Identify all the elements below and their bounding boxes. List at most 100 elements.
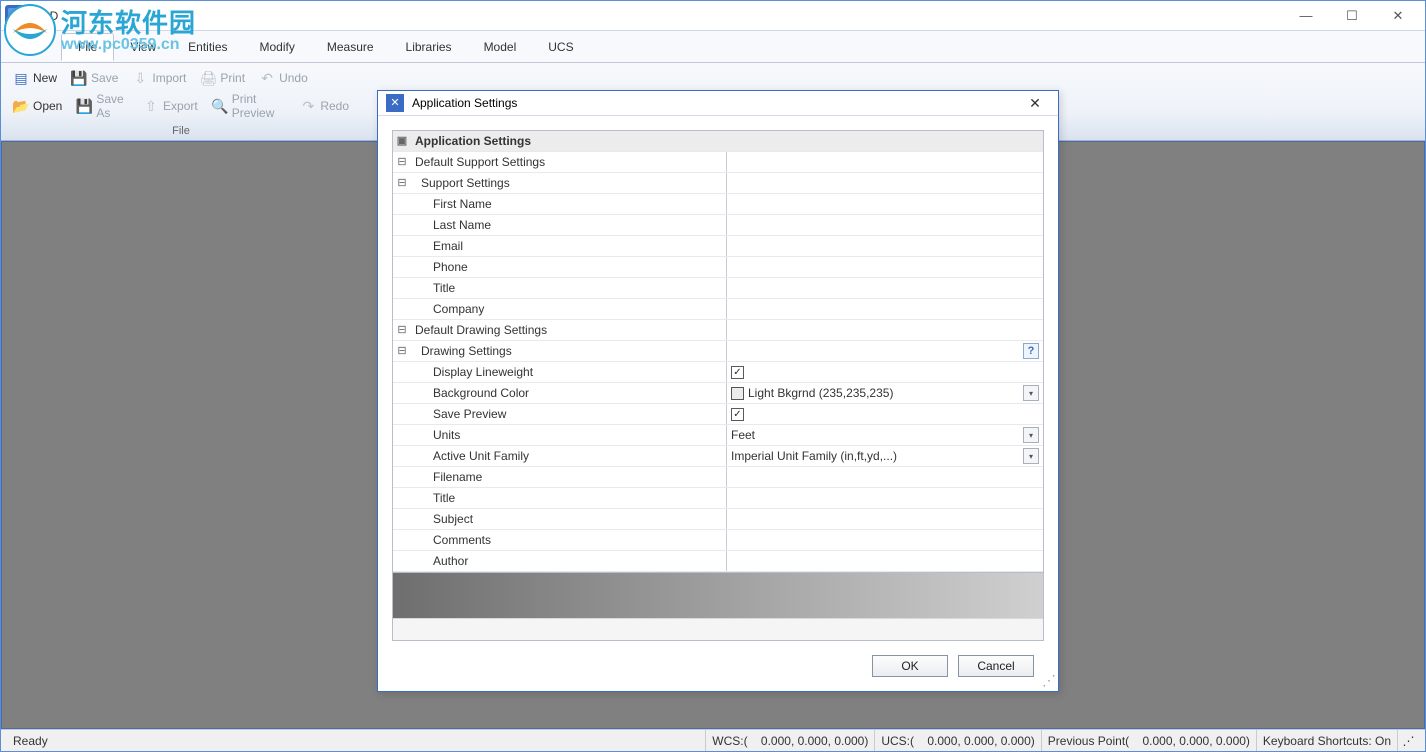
ribbon-button-label: Redo <box>320 99 349 113</box>
section-default-support-settings[interactable]: ⊟ Default Support Settings <box>393 152 1043 173</box>
import-icon: ⇩ <box>132 70 148 86</box>
dropdown-icon[interactable]: ▾ <box>1023 427 1039 443</box>
background-color-value: Light Bkgrnd (235,235,235) <box>748 383 893 404</box>
status-grip-icon: ⋰ <box>1397 730 1419 751</box>
export-icon: ⇧ <box>143 98 159 114</box>
ribbon-open-button[interactable]: 📂 Open <box>7 89 68 123</box>
ribbon-row-2: 📂 Open 💾Save As ⇧ Export 🔍Print Preview ↷ Redo <box>7 89 355 123</box>
ribbon-button-label: Export <box>163 99 198 113</box>
prop-display-lineweight[interactable]: Display Lineweight ✓ <box>393 362 1043 383</box>
dialog-titlebar[interactable]: Application Settings ✕ <box>378 91 1058 116</box>
ribbon-new-button[interactable]: ▤New <box>7 67 63 89</box>
prop-filename[interactable]: Filename <box>393 467 1043 488</box>
open-icon: 📂 <box>13 98 29 114</box>
main-window: 河东软件园 www.pc0359.cn CAD — ☐ ✕ FileViewEn… <box>0 0 1426 752</box>
ribbon-button-label: Save As <box>96 92 129 120</box>
prop-units[interactable]: Units Feet ▾ <box>393 425 1043 446</box>
status-ready: Ready <box>7 730 705 751</box>
collapse-icon[interactable]: ⊟ <box>393 152 411 172</box>
prop-title[interactable]: Title <box>393 278 1043 299</box>
menu-view[interactable]: View <box>114 34 172 60</box>
prop-author[interactable]: Author <box>393 551 1043 572</box>
statusbar: Ready WCS:( 0.000, 0.000, 0.000) UCS:( 0… <box>1 729 1425 751</box>
ribbon-button-label: Open <box>33 99 62 113</box>
undo-icon: ↶ <box>259 70 275 86</box>
active-unit-family-value: Imperial Unit Family (in,ft,yd,...) <box>731 446 897 467</box>
resize-grip-icon[interactable]: ⋰ <box>1042 675 1056 689</box>
collapse-icon[interactable]: ⊟ <box>393 320 411 340</box>
property-grid-rows[interactable]: ▣ Application Settings ⊟ Default Support… <box>393 131 1043 572</box>
prop-company[interactable]: Company <box>393 299 1043 320</box>
app-icon <box>5 5 27 27</box>
close-button[interactable]: ✕ <box>1375 2 1421 30</box>
property-description-panel <box>393 572 1043 618</box>
prop-comments[interactable]: Comments <box>393 530 1043 551</box>
status-ucs: UCS:( 0.000, 0.000, 0.000) <box>874 730 1040 751</box>
dropdown-icon[interactable]: ▾ <box>1023 448 1039 464</box>
collapse-icon[interactable]: ▣ <box>393 131 411 151</box>
ribbon-print-button: 🖨Print <box>194 67 251 89</box>
minimize-button[interactable]: — <box>1283 2 1329 30</box>
ribbon-redo-button: ↷ Redo <box>294 89 355 123</box>
ribbon-row-1: ▤New 💾 Save ⇩ Import 🖨Print ↶ Undo <box>7 67 355 89</box>
menu-ucs[interactable]: UCS <box>532 34 589 60</box>
menu-modify[interactable]: Modify <box>244 34 311 60</box>
property-grid: ▣ Application Settings ⊟ Default Support… <box>392 130 1044 641</box>
titlebar: CAD — ☐ ✕ <box>1 1 1425 31</box>
section-support-settings[interactable]: ⊟ Support Settings <box>393 173 1043 194</box>
checkbox-checked-icon[interactable]: ✓ <box>731 366 744 379</box>
dialog-close-button[interactable]: ✕ <box>1020 91 1050 115</box>
dropdown-icon[interactable]: ▾ <box>1023 385 1039 401</box>
ribbon-button-label: Undo <box>279 71 308 85</box>
save-icon: 💾 <box>71 70 87 86</box>
status-keyboard-shortcuts: Keyboard Shortcuts: On <box>1256 730 1397 751</box>
ribbon-button-label: New <box>33 71 57 85</box>
collapse-icon[interactable]: ⊟ <box>393 173 411 193</box>
help-icon[interactable]: ? <box>1023 343 1039 359</box>
menu-libraries[interactable]: Libraries <box>390 34 468 60</box>
menu-entities[interactable]: Entities <box>172 34 243 60</box>
menu-model[interactable]: Model <box>468 34 533 60</box>
status-wcs: WCS:( 0.000, 0.000, 0.000) <box>705 730 874 751</box>
dialog-buttons: OK Cancel <box>392 641 1044 679</box>
prop-save-preview[interactable]: Save Preview ✓ <box>393 404 1043 425</box>
prop-email[interactable]: Email <box>393 236 1043 257</box>
ribbon-export-button: ⇧ Export <box>137 89 204 123</box>
app-title: CAD <box>33 9 58 23</box>
dialog-icon <box>386 94 404 112</box>
dialog-body: ▣ Application Settings ⊟ Default Support… <box>378 116 1058 693</box>
ribbon-button-label: Save <box>91 71 118 85</box>
ribbon-undo-button: ↶ Undo <box>253 67 314 89</box>
prop-last-name[interactable]: Last Name <box>393 215 1043 236</box>
status-prev-point: Previous Point( 0.000, 0.000, 0.000) <box>1041 730 1256 751</box>
checkbox-checked-icon[interactable]: ✓ <box>731 408 744 421</box>
ribbon-group-label: File <box>7 123 355 139</box>
section-default-drawing-settings[interactable]: ⊟ Default Drawing Settings <box>393 320 1043 341</box>
prop-first-name[interactable]: First Name <box>393 194 1043 215</box>
menu-file[interactable]: File <box>61 33 114 61</box>
prop-background-color[interactable]: Background Color Light Bkgrnd (235,235,2… <box>393 383 1043 404</box>
property-description-footer <box>393 618 1043 640</box>
ribbon-save-button: 💾 Save <box>65 67 124 89</box>
redo-icon: ↷ <box>300 98 316 114</box>
ribbon-button-label: Import <box>152 71 186 85</box>
print-preview-icon: 🔍 <box>212 98 228 114</box>
ribbon-button-label: Print Preview <box>232 92 287 120</box>
prop-title2[interactable]: Title <box>393 488 1043 509</box>
prop-active-unit-family[interactable]: Active Unit Family Imperial Unit Family … <box>393 446 1043 467</box>
cancel-button[interactable]: Cancel <box>958 655 1034 677</box>
section-drawing-settings[interactable]: ⊟ Drawing Settings ? <box>393 341 1043 362</box>
save-as-icon: 💾 <box>76 98 92 114</box>
print-icon: 🖨 <box>200 70 216 86</box>
maximize-button[interactable]: ☐ <box>1329 2 1375 30</box>
units-value: Feet <box>731 425 755 446</box>
prop-phone[interactable]: Phone <box>393 257 1043 278</box>
section-application-settings[interactable]: ▣ Application Settings <box>393 131 1043 152</box>
collapse-icon[interactable]: ⊟ <box>393 341 411 361</box>
ribbon-group-file: ▤New💾Save⇩Import🖨Print↶Undo 📂Open💾Save A… <box>1 63 361 140</box>
ribbon-import-button: ⇩ Import <box>126 67 192 89</box>
prop-subject[interactable]: Subject <box>393 509 1043 530</box>
ok-button[interactable]: OK <box>872 655 948 677</box>
dialog-title: Application Settings <box>412 96 517 110</box>
menu-measure[interactable]: Measure <box>311 34 390 60</box>
